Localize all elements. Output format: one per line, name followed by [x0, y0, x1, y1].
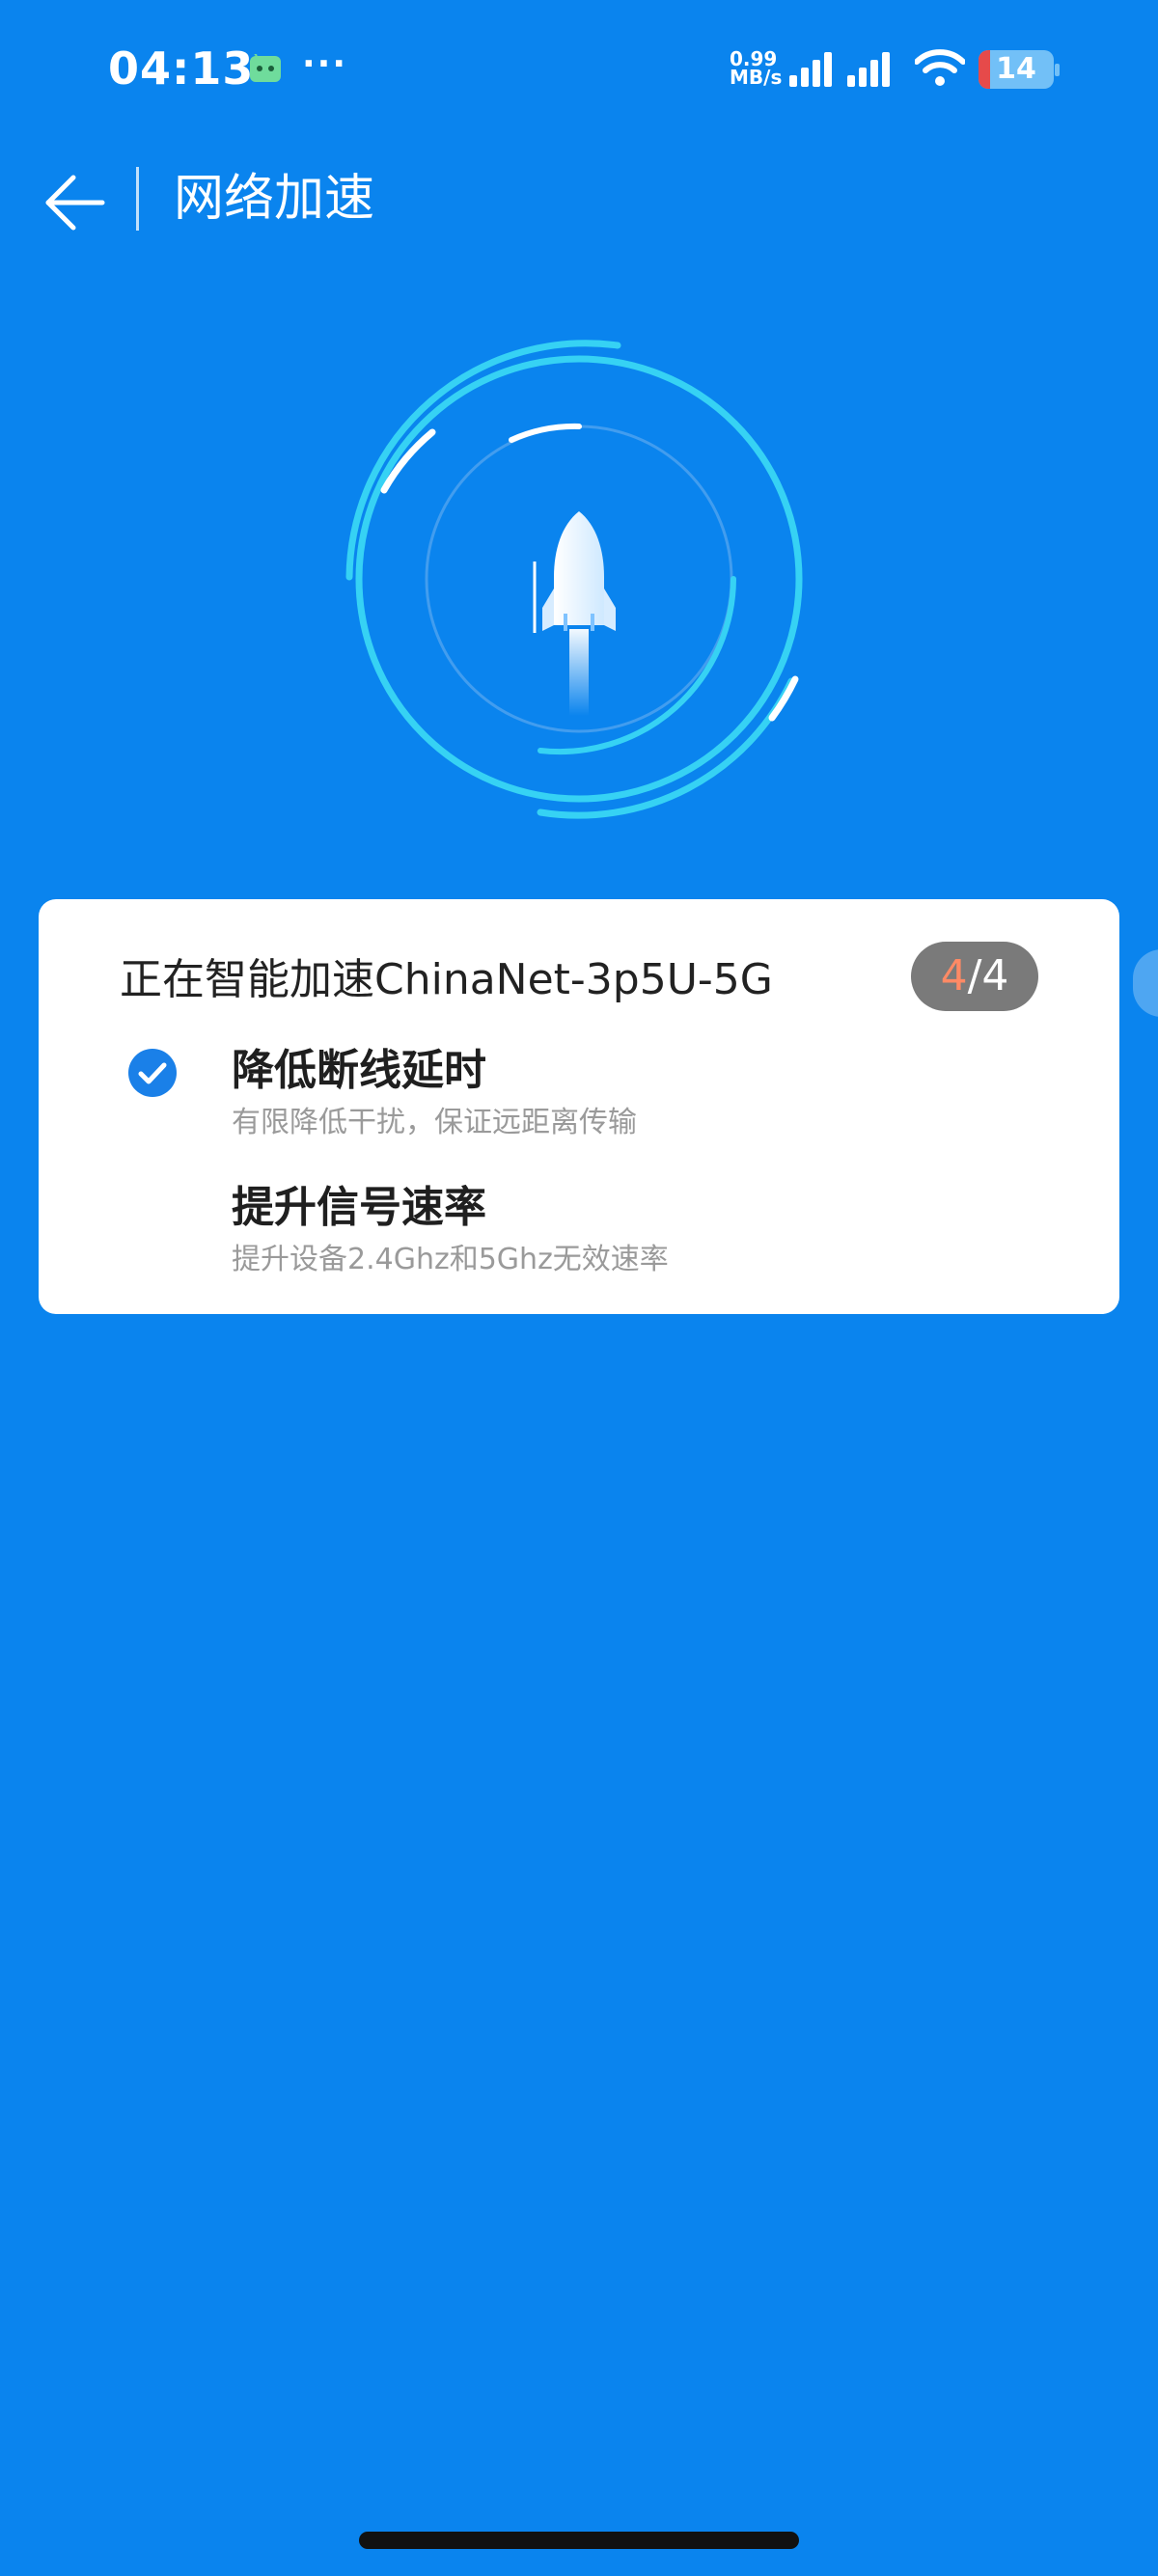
- rocket-icon: [533, 511, 616, 716]
- network-speed: 0.99 MB/s: [730, 49, 787, 89]
- header-divider: [136, 167, 139, 231]
- more-dots-icon: ···: [302, 44, 348, 84]
- battery-level: 14: [996, 52, 1036, 86]
- network-speed-unit: MB/s: [730, 66, 783, 89]
- arrow-left-icon: [45, 175, 105, 231]
- app-header: 网络加速: [0, 145, 1158, 260]
- battery-tip: [1055, 64, 1060, 76]
- step-separator: /: [967, 951, 982, 1000]
- card-title: 正在智能加速ChinaNet-3p5U-5G: [120, 955, 773, 1004]
- status-time: 04:13: [108, 42, 255, 95]
- highlight-arc-top: [509, 423, 582, 443]
- step-badge: 4/4: [911, 942, 1038, 1011]
- item-desc-reduce-latency: 有限降低干扰，保证远距离传输: [232, 1106, 637, 1139]
- step-total: 4: [981, 951, 1009, 1000]
- signal-icon: [789, 52, 890, 87]
- item-title-boost-speed: 提升信号速率: [232, 1183, 486, 1232]
- page-title: 网络加速: [174, 170, 375, 228]
- check-circle-icon: [128, 1049, 177, 1097]
- wifi-icon: [915, 49, 965, 86]
- accelerator-graphic: [345, 340, 803, 819]
- battery-icon: 14: [979, 50, 1054, 89]
- item-title-reduce-latency: 降低断线延时: [232, 1046, 486, 1095]
- status-bar: 04:13 ··· 0.99 MB/s 14: [0, 0, 1158, 145]
- android-icon: [250, 54, 281, 82]
- side-handle[interactable]: [1133, 949, 1158, 1017]
- item-desc-boost-speed: 提升设备2.4Ghz和5Ghz无效速率: [232, 1243, 669, 1276]
- back-button[interactable]: [39, 164, 116, 241]
- home-indicator[interactable]: [359, 2532, 799, 2549]
- step-current: 4: [940, 951, 968, 1000]
- acceleration-card: 正在智能加速ChinaNet-3p5U-5G 4/4 降低断线延时 有限降低干扰…: [39, 899, 1119, 1314]
